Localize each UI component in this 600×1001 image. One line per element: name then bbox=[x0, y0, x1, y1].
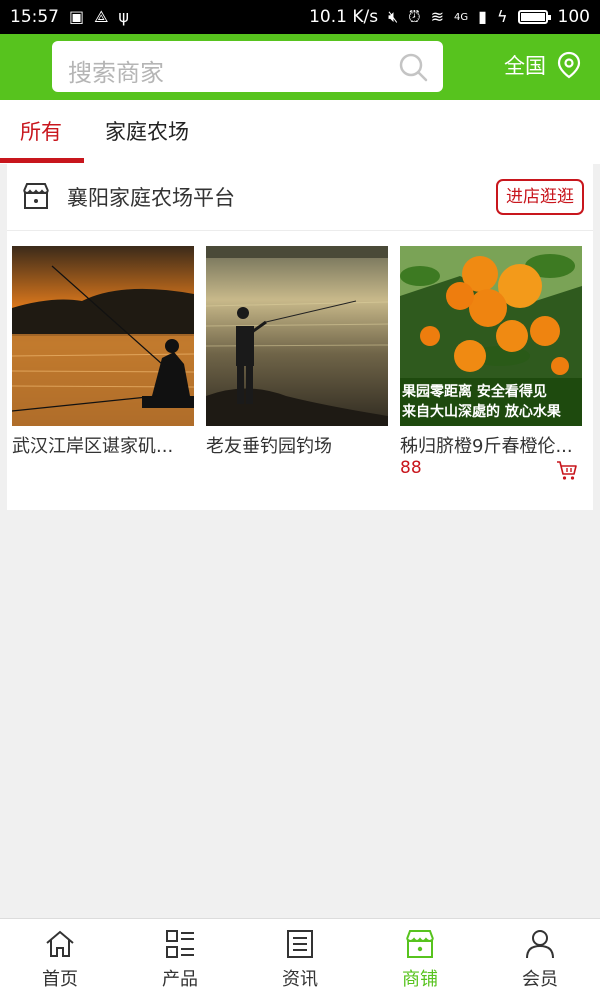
store-name: 襄阳家庭农场平台 bbox=[67, 186, 235, 210]
home-icon bbox=[46, 930, 74, 957]
product-image-sunset-fishing[interactable] bbox=[12, 246, 194, 426]
location-pin-icon bbox=[557, 51, 581, 79]
alarm-icon: ⏰︎ bbox=[408, 7, 421, 26]
nav-shops-label: 商铺 bbox=[402, 969, 438, 990]
share-notification-icon: ⟁ bbox=[94, 7, 109, 26]
network-type: 4G bbox=[454, 11, 469, 23]
battery-icon bbox=[517, 10, 551, 24]
nav-member-label: 会员 bbox=[522, 969, 558, 990]
nav-home[interactable]: 首页 bbox=[0, 919, 120, 1001]
tab-all[interactable]: 所有 bbox=[20, 116, 62, 146]
image-notification-icon: ▣ bbox=[69, 7, 85, 26]
search-placeholder: 搜索商家 bbox=[68, 59, 164, 87]
tab-family-farm[interactable]: 家庭农场 bbox=[105, 116, 189, 146]
status-left: 15:57 ▣ ⟁ ψ bbox=[10, 7, 129, 27]
status-bar: 15:57 ▣ ⟁ ψ 10.1 K/s 🔇︎ ⏰︎ ≋ 4G ▮ ϟ 100 bbox=[0, 0, 600, 34]
store-header[interactable]: 襄阳家庭农场平台 进店逛逛 bbox=[7, 164, 593, 231]
product-image-caption: 果园零距离 安全看得见 来自大山深處的 放心水果 bbox=[402, 382, 580, 422]
visit-store-button[interactable]: 进店逛逛 bbox=[496, 179, 584, 215]
nav-news[interactable]: 资讯 bbox=[240, 919, 360, 1001]
active-tab-indicator bbox=[0, 158, 84, 163]
nav-products-label: 产品 bbox=[162, 969, 198, 990]
mute-icon: 🔇︎ bbox=[388, 7, 399, 26]
product-item[interactable]: 老友垂钓园钓场 bbox=[206, 246, 388, 458]
caption-line-2: 来自大山深處的 放心水果 bbox=[402, 404, 561, 420]
category-tabs: 所有 家庭农场 bbox=[0, 100, 600, 164]
battery-percent: 100 bbox=[557, 7, 590, 27]
signal-icon: ▮ bbox=[478, 7, 487, 26]
search-icon[interactable] bbox=[397, 51, 429, 83]
product-name: 武汉江岸区谌家矶... bbox=[12, 436, 174, 457]
product-name: 秭归脐橙9斤春橙伦... bbox=[400, 436, 573, 457]
status-time: 15:57 bbox=[10, 7, 59, 27]
product-grid-icon bbox=[166, 930, 194, 958]
store-card: 襄阳家庭农场平台 进店逛逛 武汉江岸区谌家矶... 老友垂钓园钓场 果园零距离 … bbox=[7, 164, 593, 510]
nav-home-label: 首页 bbox=[42, 969, 78, 990]
user-icon bbox=[526, 930, 554, 959]
product-image-lake-fishing[interactable] bbox=[206, 246, 388, 426]
usb-icon: ψ bbox=[118, 7, 129, 26]
cart-icon[interactable] bbox=[556, 459, 578, 481]
nav-shops[interactable]: 商铺 bbox=[360, 919, 480, 1001]
bottom-navigation: 首页 产品 资讯 商铺 会员 bbox=[0, 918, 600, 1001]
search-input[interactable]: 搜索商家 bbox=[52, 41, 443, 92]
battery-fill bbox=[520, 13, 545, 21]
caption-line-1: 果园零距离 安全看得见 bbox=[402, 384, 547, 400]
charging-icon: ϟ bbox=[496, 7, 508, 26]
region-selector[interactable]: 全国 bbox=[504, 50, 584, 80]
wifi-icon: ≋ bbox=[430, 7, 445, 26]
product-price: 88 bbox=[400, 458, 422, 478]
status-right: 10.1 K/s 🔇︎ ⏰︎ ≋ 4G ▮ ϟ 100 bbox=[309, 7, 590, 27]
nav-member[interactable]: 会员 bbox=[480, 919, 600, 1001]
store-icon bbox=[23, 183, 49, 209]
region-label: 全国 bbox=[504, 54, 546, 78]
news-icon bbox=[287, 930, 313, 958]
nav-products[interactable]: 产品 bbox=[120, 919, 240, 1001]
product-name: 老友垂钓园钓场 bbox=[206, 436, 332, 457]
header: 搜索商家 全国 bbox=[0, 34, 600, 100]
shop-icon bbox=[406, 930, 434, 958]
product-item[interactable]: 果园零距离 安全看得见 来自大山深處的 放心水果 秭归脐橙9斤春橙伦... 88 bbox=[400, 246, 582, 480]
product-item[interactable]: 武汉江岸区谌家矶... bbox=[12, 246, 194, 458]
nav-news-label: 资讯 bbox=[282, 969, 318, 990]
product-list: 武汉江岸区谌家矶... 老友垂钓园钓场 果园零距离 安全看得见 来自大山深處的 … bbox=[12, 246, 588, 496]
network-speed: 10.1 K/s bbox=[309, 7, 379, 27]
